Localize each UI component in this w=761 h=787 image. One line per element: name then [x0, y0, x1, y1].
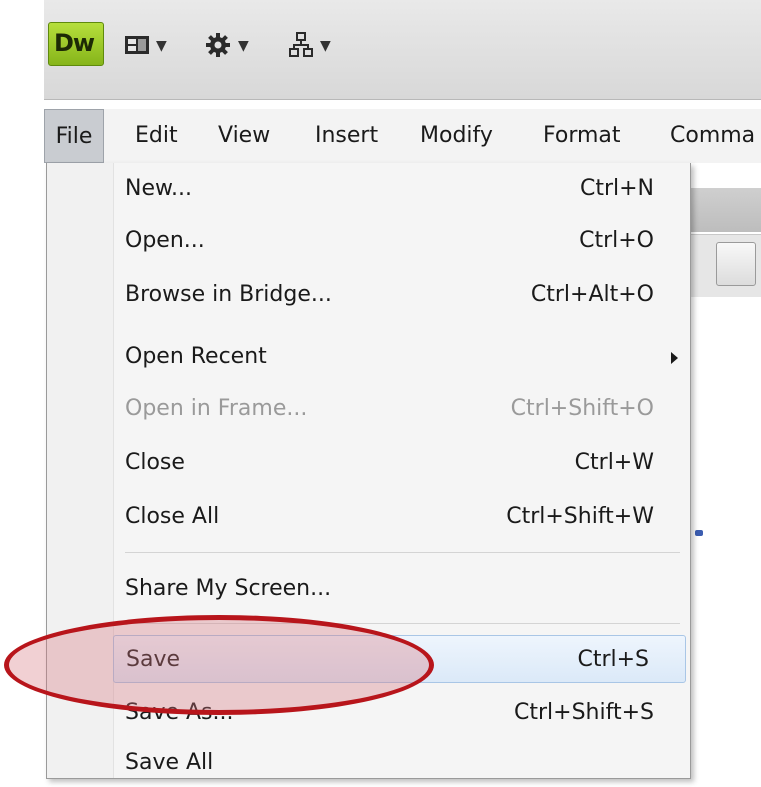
menu-item-label: Close [125, 450, 185, 475]
menu-item-shortcut: Ctrl+Shift+S [514, 700, 654, 725]
cursor-mark [695, 530, 703, 536]
menu-item-shortcut: Ctrl+Shift+W [506, 504, 654, 529]
chevron-down-icon: ▼ [238, 38, 249, 54]
site-map-icon [289, 32, 313, 57]
menu-item-label: Open Recent [125, 344, 267, 369]
code-view-button[interactable] [716, 242, 756, 286]
menu-view[interactable]: View [218, 109, 270, 163]
dreamweaver-logo: Dw [48, 22, 104, 66]
menu-format[interactable]: Format [543, 109, 621, 163]
menu-edit[interactable]: Edit [135, 109, 178, 163]
menu-item-shortcut: Ctrl+S [577, 647, 649, 672]
menu-item-shortcut: Ctrl+O [579, 228, 654, 253]
menu-bar: File Edit View Insert Modify Format Comm… [44, 109, 761, 163]
menu-item-open-in-frame: Open in Frame... Ctrl+Shift+O [113, 385, 690, 433]
menu-commands[interactable]: Comma [670, 109, 755, 163]
menu-item-new[interactable]: New... Ctrl+N [113, 165, 690, 213]
menu-file[interactable]: File [44, 109, 104, 163]
settings-button[interactable]: ▼ [204, 30, 264, 60]
menu-item-share-my-screen[interactable]: Share My Screen... [113, 565, 690, 613]
menu-item-save-all[interactable]: Save All [113, 739, 690, 787]
menu-item-shortcut: Ctrl+N [579, 176, 654, 201]
chevron-down-icon: ▼ [320, 38, 331, 54]
menu-item-open[interactable]: Open... Ctrl+O [113, 217, 690, 265]
menu-item-label: Browse in Bridge... [125, 282, 332, 307]
layout-button[interactable]: ▼ [124, 30, 184, 60]
menu-item-label: New... [125, 176, 192, 201]
menu-item-shortcut: Ctrl+Alt+O [530, 282, 654, 307]
chevron-down-icon: ▼ [156, 38, 167, 54]
menu-insert[interactable]: Insert [315, 109, 378, 163]
menu-item-shortcut: Ctrl+Shift+O [510, 396, 654, 421]
gear-icon [206, 33, 230, 57]
menu-item-label: Save All [125, 750, 214, 775]
app-toolbar: Dw ▼ ▼ ▼ [44, 0, 761, 100]
menu-modify[interactable]: Modify [420, 109, 493, 163]
layout-icon [125, 36, 149, 54]
menu-item-browse-in-bridge[interactable]: Browse in Bridge... Ctrl+Alt+O [113, 271, 690, 319]
menu-separator [125, 552, 680, 553]
menu-item-close-all[interactable]: Close All Ctrl+Shift+W [113, 493, 690, 541]
menu-item-shortcut: Ctrl+W [574, 450, 654, 475]
highlight-annotation-ellipse [4, 615, 434, 715]
menu-item-label: Share My Screen... [125, 576, 332, 601]
site-button[interactable]: ▼ [288, 30, 348, 60]
menu-item-open-recent[interactable]: Open Recent [113, 333, 690, 381]
menu-item-label: Open... [125, 228, 205, 253]
menu-item-close[interactable]: Close Ctrl+W [113, 439, 690, 487]
document-tab-bar [680, 188, 761, 232]
menu-item-label: Close All [125, 504, 220, 529]
submenu-arrow-icon [671, 352, 678, 364]
menu-item-label: Open in Frame... [125, 396, 308, 421]
